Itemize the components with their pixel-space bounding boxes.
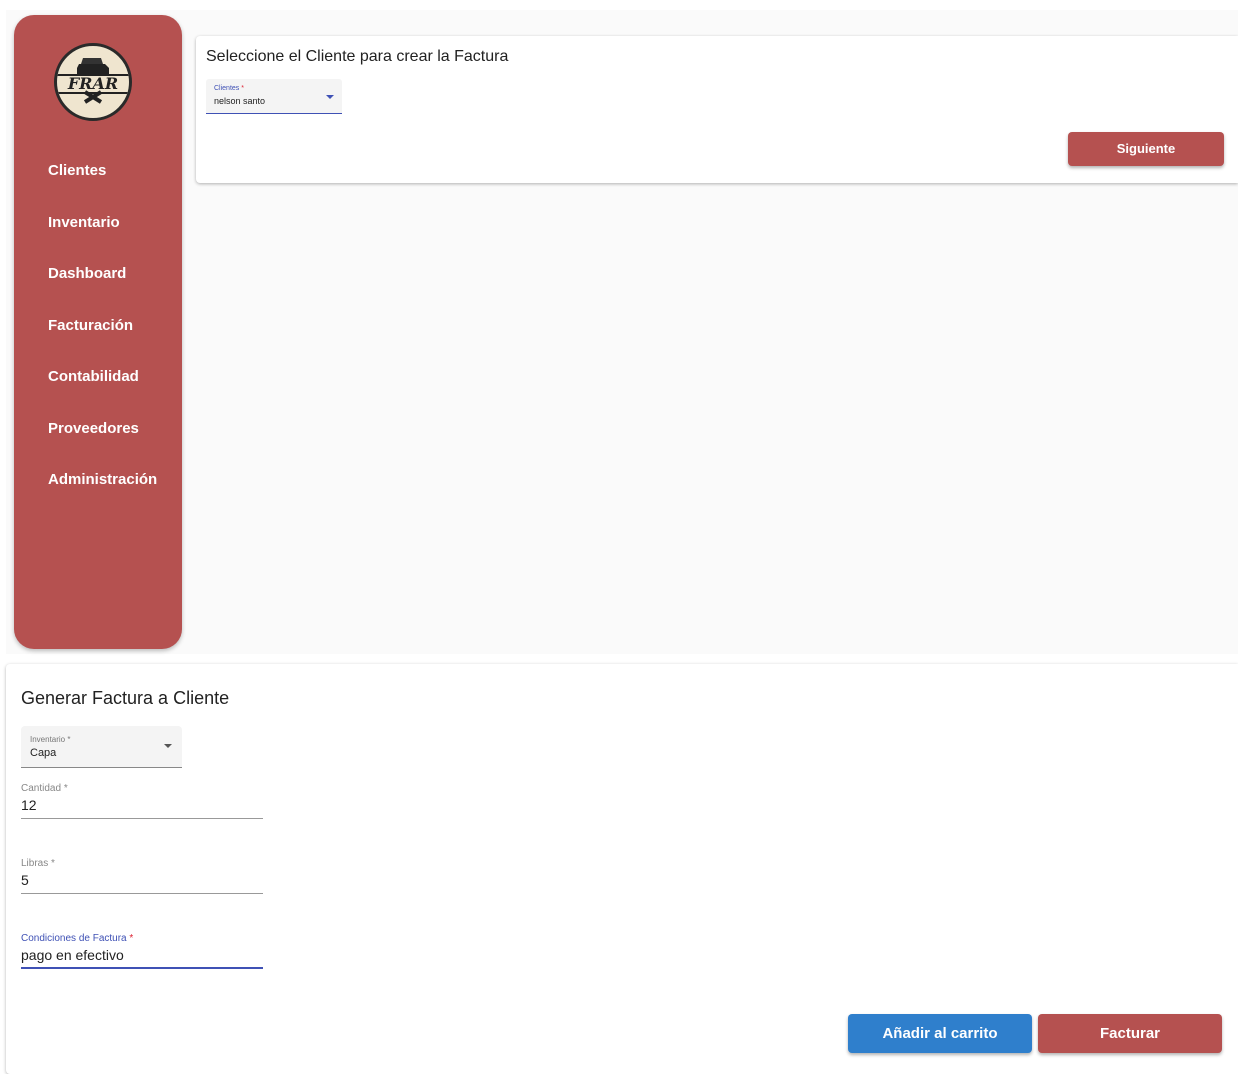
next-button[interactable]: Siguiente [1068, 132, 1224, 166]
quantity-value: 12 [21, 797, 37, 813]
chevron-down-icon [164, 744, 172, 748]
invoice-button[interactable]: Facturar [1038, 1014, 1222, 1053]
client-card-title: Seleccione el Cliente para crear la Fact… [206, 48, 509, 65]
invoice-conditions-value: pago en efectivo [21, 947, 124, 963]
pounds-label: Libras * [21, 858, 55, 869]
logo-text: FRAR [57, 74, 129, 94]
sidebar-item-clientes[interactable]: Clientes [48, 162, 106, 179]
sidebar-item-dashboard[interactable]: Dashboard [48, 265, 126, 282]
brand-logo: FRAR [54, 43, 132, 121]
sidebar-item-inventario[interactable]: Inventario [48, 214, 120, 231]
sidebar-item-proveedores[interactable]: Proveedores [48, 420, 139, 437]
pounds-value: 5 [21, 872, 29, 888]
chevron-down-icon [326, 95, 334, 99]
quantity-label: Cantidad * [21, 783, 68, 794]
sidebar-item-administracion[interactable]: Administración [48, 471, 157, 488]
inventory-select[interactable]: Inventario * Capa [21, 726, 182, 768]
invoice-card-title: Generar Factura a Cliente [21, 688, 230, 708]
inventory-select-label: Inventario * [30, 735, 71, 744]
inventory-select-value: Capa [30, 747, 57, 759]
client-select-label: Clientes * [214, 85, 244, 92]
invoice-card: Generar Factura a Cliente Inventario * C… [6, 664, 1238, 1074]
quantity-field[interactable]: Cantidad * 12 [21, 783, 263, 819]
client-selection-card: Seleccione el Cliente para crear la Fact… [196, 36, 1238, 183]
invoice-conditions-field[interactable]: Condiciones de Factura * pago en efectiv… [21, 933, 263, 969]
sidebar-item-facturacion[interactable]: Facturación [48, 317, 133, 334]
client-select[interactable]: Clientes * nelson santo [206, 79, 342, 114]
pounds-field[interactable]: Libras * 5 [21, 858, 263, 894]
invoice-conditions-label: Condiciones de Factura * [21, 933, 134, 944]
sidebar-item-contabilidad[interactable]: Contabilidad [48, 368, 139, 385]
add-to-cart-button[interactable]: Añadir al carrito [848, 1014, 1032, 1053]
client-select-value: nelson santo [214, 96, 266, 106]
sidebar: FRAR Clientes Inventario Dashboard Factu… [14, 15, 182, 649]
